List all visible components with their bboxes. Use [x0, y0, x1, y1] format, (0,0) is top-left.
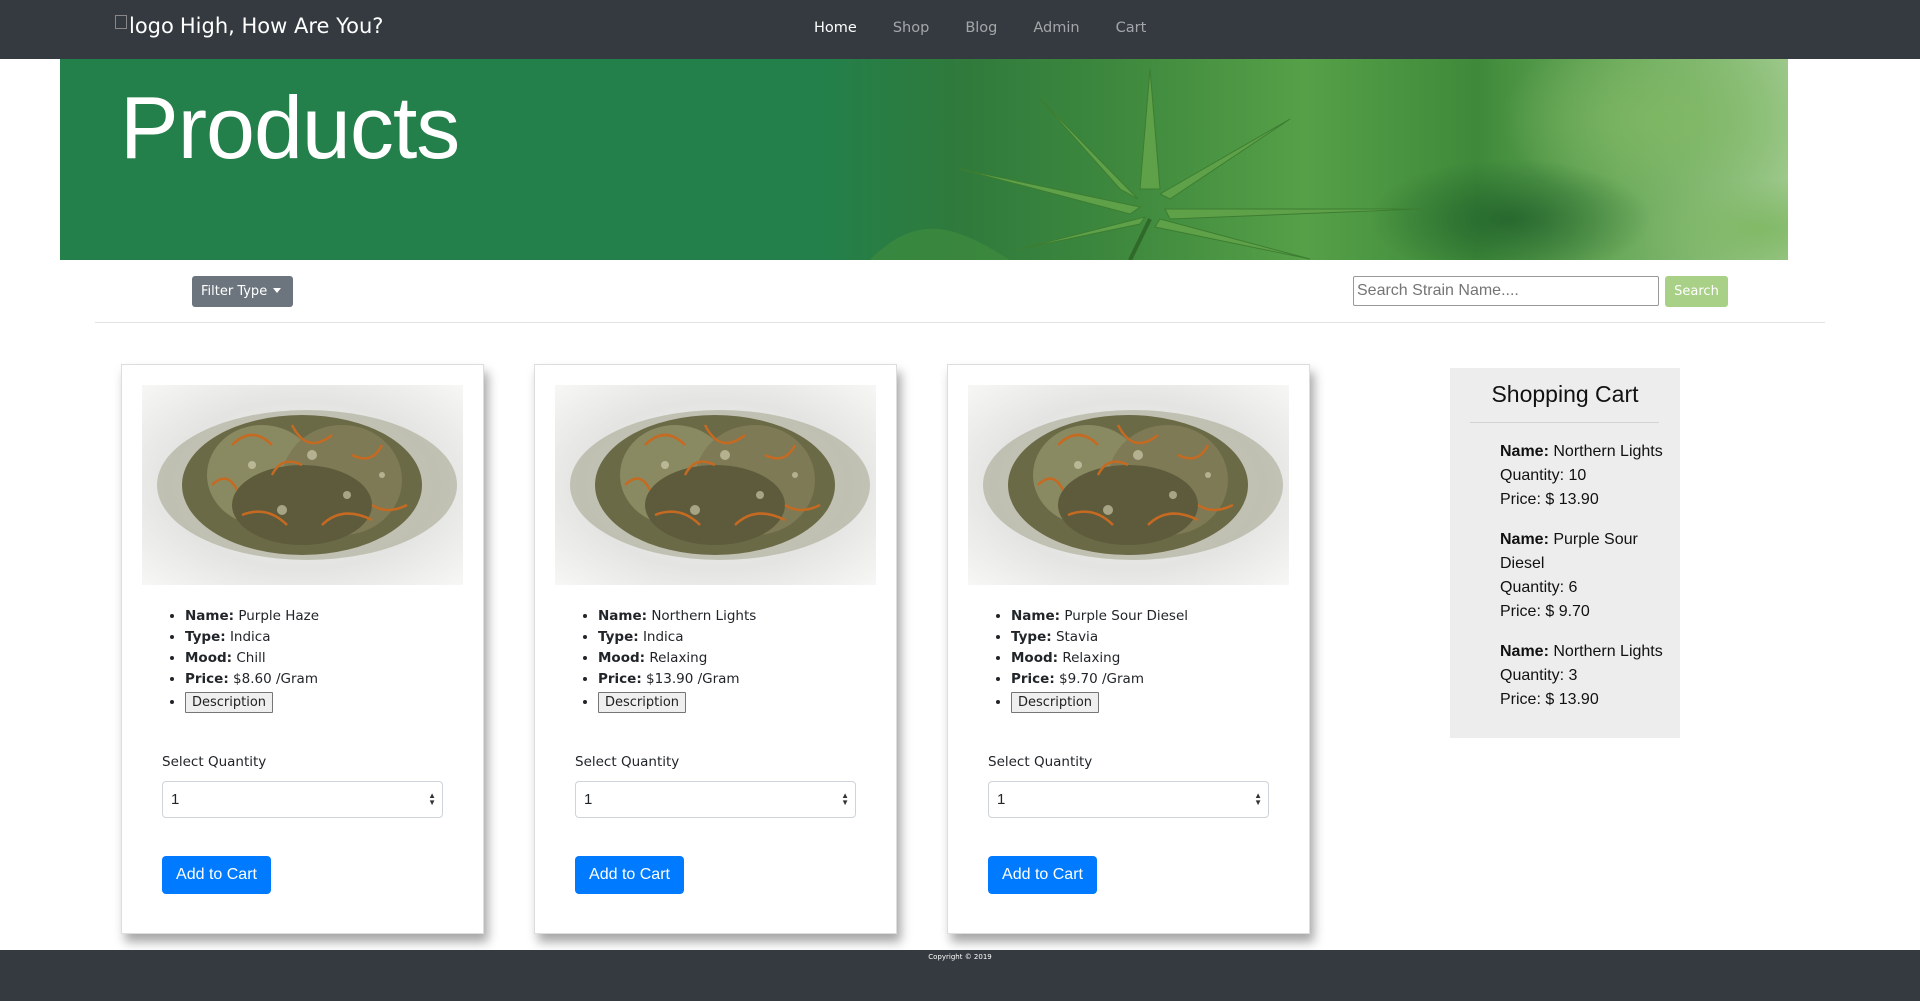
product-price: $8.60 /Gram: [233, 671, 318, 687]
product-mood: Chill: [236, 650, 266, 666]
list-item: Mood: Relaxing: [598, 648, 756, 669]
logo-alt-text: logo: [129, 14, 174, 38]
product-image: [142, 385, 463, 585]
product-mood: Relaxing: [1062, 650, 1121, 666]
add-to-cart-button[interactable]: Add to Cart: [575, 856, 684, 894]
list-item: Type: Stavia: [1011, 627, 1188, 648]
cart-item-name: Northern Lights: [1553, 443, 1663, 460]
list-item: Name: Purple Haze: [185, 606, 319, 627]
nav-link-shop[interactable]: Shop: [893, 20, 929, 36]
product-type: Stavia: [1055, 629, 1099, 645]
quantity-select[interactable]: 1 ▲ ▼: [162, 781, 443, 818]
cart-item-quantity: Quantity: 10: [1500, 467, 1587, 484]
list-item: Mood: Chill: [185, 648, 319, 669]
list-item: Type: Indica: [598, 627, 756, 648]
cart-divider: [1470, 422, 1659, 423]
cart-item-name: Northern Lights: [1553, 643, 1663, 660]
product-details-list: Name: Purple Haze Type: Indica Mood: Chi…: [185, 606, 319, 713]
product-name: Purple Haze: [238, 608, 320, 624]
product-details-list: Name: Purple Sour Diesel Type: Stavia Mo…: [1011, 606, 1188, 713]
filter-type-label: Filter Type: [201, 284, 268, 299]
copyright-text: Copyright © 2019: [928, 953, 992, 961]
quantity-select[interactable]: 1 ▲ ▼: [988, 781, 1269, 818]
quantity-label: Select Quantity: [988, 754, 1093, 770]
toolbar-divider: [95, 322, 1825, 323]
cart-item: Name: Northern Lights Quantity: 3 Price:…: [1500, 640, 1675, 712]
cart-title: Shopping Cart: [1491, 381, 1639, 407]
cart-item: Name: Northern Lights Quantity: 10 Price…: [1500, 440, 1675, 512]
stepper-arrows-icon: ▲ ▼: [428, 791, 436, 807]
nav-link-admin[interactable]: Admin: [1033, 20, 1079, 36]
product-price: $9.70 /Gram: [1059, 671, 1144, 687]
add-to-cart-button[interactable]: Add to Cart: [988, 856, 1097, 894]
list-item: Price: $13.90 /Gram: [598, 669, 756, 690]
list-item: Description: [1011, 690, 1188, 713]
cart-item: Name: Purple Sour Diesel Quantity: 6 Pri…: [1500, 528, 1675, 624]
hero-banner: Products: [60, 59, 1788, 260]
list-item: Type: Indica: [185, 627, 319, 648]
quantity-label: Select Quantity: [162, 754, 267, 770]
brand-link[interactable]: logo High, How Are You?: [115, 14, 383, 38]
cart-item-price: Price: $ 9.70: [1500, 603, 1590, 620]
list-item: Name: Purple Sour Diesel: [1011, 606, 1188, 627]
description-button[interactable]: Description: [598, 692, 687, 713]
broken-logo-image-icon: [115, 15, 127, 29]
list-item: Name: Northern Lights: [598, 606, 756, 627]
cart-items: Name: Northern Lights Quantity: 10 Price…: [1500, 440, 1675, 728]
nav-links: Home Shop Blog Admin Cart: [814, 20, 1182, 36]
product-details-list: Name: Northern Lights Type: Indica Mood:…: [598, 606, 756, 713]
list-item: Price: $8.60 /Gram: [185, 669, 319, 690]
cart-item-quantity: Quantity: 3: [1500, 667, 1578, 684]
caret-down-icon: [273, 288, 282, 293]
product-name: Purple Sour Diesel: [1064, 608, 1189, 624]
description-button[interactable]: Description: [1011, 692, 1100, 713]
stepper-arrows-icon: ▲ ▼: [1254, 791, 1262, 807]
product-image: [555, 385, 876, 585]
product-card: Name: Purple Haze Type: Indica Mood: Chi…: [121, 364, 484, 934]
product-price: $13.90 /Gram: [646, 671, 740, 687]
quantity-label: Select Quantity: [575, 754, 680, 770]
filter-type-dropdown-button[interactable]: Filter Type: [192, 276, 293, 307]
stepper-arrows-icon: ▲ ▼: [841, 791, 849, 807]
nav-link-blog[interactable]: Blog: [965, 20, 997, 36]
shopping-cart-panel: Shopping Cart Name: Northern Lights Quan…: [1450, 368, 1680, 738]
product-image: [968, 385, 1289, 585]
list-item: Description: [185, 690, 319, 713]
product-mood: Relaxing: [649, 650, 708, 666]
top-navbar: logo High, How Are You? Home Shop Blog A…: [0, 0, 1920, 59]
page-title: Products: [120, 78, 460, 177]
quantity-select[interactable]: 1 ▲ ▼: [575, 781, 856, 818]
add-to-cart-button[interactable]: Add to Cart: [162, 856, 271, 894]
list-item: Description: [598, 690, 756, 713]
product-card: Name: Northern Lights Type: Indica Mood:…: [534, 364, 897, 934]
list-item: Price: $9.70 /Gram: [1011, 669, 1188, 690]
product-type: Indica: [229, 629, 271, 645]
product-card: Name: Purple Sour Diesel Type: Stavia Mo…: [947, 364, 1310, 934]
brand-name: High, How Are You?: [179, 14, 384, 38]
search-button[interactable]: Search: [1665, 276, 1728, 307]
description-button[interactable]: Description: [185, 692, 274, 713]
nav-link-home[interactable]: Home: [814, 20, 857, 36]
strain-search-input[interactable]: [1353, 276, 1659, 306]
cart-item-quantity: Quantity: 6: [1500, 579, 1578, 596]
cart-item-price: Price: $ 13.90: [1500, 491, 1599, 508]
product-type: Indica: [642, 629, 684, 645]
nav-link-cart[interactable]: Cart: [1116, 20, 1147, 36]
footer: Copyright © 2019: [0, 950, 1920, 1001]
list-item: Mood: Relaxing: [1011, 648, 1188, 669]
cart-item-price: Price: $ 13.90: [1500, 691, 1599, 708]
product-name: Northern Lights: [651, 608, 757, 624]
